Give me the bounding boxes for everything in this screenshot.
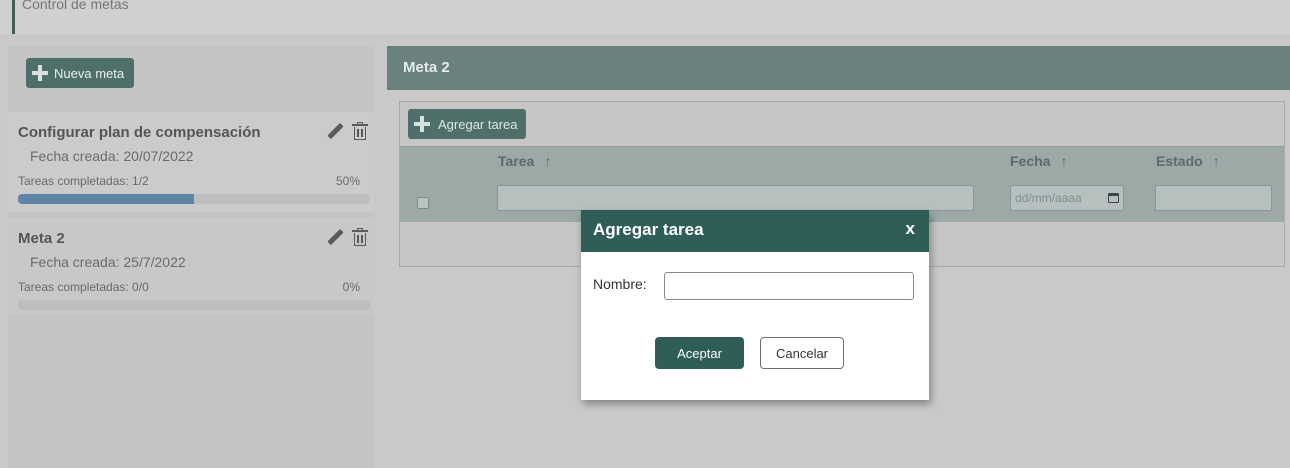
goal-percent: 0% <box>342 280 360 294</box>
select-all-checkbox[interactable] <box>417 197 429 209</box>
goal-detail-header: Meta 2 <box>387 46 1290 90</box>
name-input[interactable] <box>664 272 914 300</box>
goal-progress-bar <box>18 194 370 204</box>
goal-card[interactable]: Meta 2 Fecha creada: 25/7/2022 Tareas co… <box>8 218 374 314</box>
accept-button[interactable]: Aceptar <box>655 337 744 369</box>
name-label: Nombre: <box>593 276 647 292</box>
plus-icon <box>32 65 48 81</box>
top-bar: Control de metas <box>0 0 1290 34</box>
add-task-button[interactable]: Agregar tarea <box>408 109 526 139</box>
status-filter-input[interactable] <box>1155 185 1272 211</box>
goal-progress-bar <box>18 300 370 310</box>
new-goal-button[interactable]: Nueva meta <box>26 58 135 88</box>
calendar-icon[interactable] <box>1108 193 1119 203</box>
goal-card[interactable]: Configurar plan de compensación Fecha cr… <box>8 112 374 212</box>
app-title: Control de metas <box>22 0 129 12</box>
edit-icon[interactable] <box>326 122 344 140</box>
goal-name: Configurar plan de compensación <box>18 124 261 141</box>
cancel-button[interactable]: Cancelar <box>760 337 844 369</box>
goal-created-date: Fecha creada: 20/07/2022 <box>30 148 194 164</box>
task-filter-input[interactable] <box>497 185 974 211</box>
goal-name: Meta 2 <box>18 230 65 247</box>
edit-icon[interactable] <box>326 228 344 246</box>
goal-tasks-completed: Tareas completadas: 1/2 <box>18 174 149 188</box>
title-accent-bar <box>12 0 15 34</box>
new-goal-label: Nueva meta <box>54 65 125 81</box>
column-header-status[interactable]: Estado ↑ <box>1156 153 1220 169</box>
trash-icon[interactable] <box>352 122 368 140</box>
dialog-title: Agregar tarea <box>593 220 704 239</box>
column-header-date[interactable]: Fecha ↑ <box>1010 153 1067 169</box>
trash-icon[interactable] <box>352 228 368 246</box>
plus-icon <box>414 116 430 132</box>
add-task-label: Agregar tarea <box>438 116 518 132</box>
add-task-dialog: Agregar tarea x Nombre: Aceptar Cancelar <box>581 210 929 400</box>
sort-arrow-icon: ↑ <box>1212 153 1220 169</box>
sort-arrow-icon: ↑ <box>544 153 552 169</box>
goal-percent: 50% <box>335 174 360 188</box>
date-filter-input[interactable]: dd/mm/aaaa <box>1010 185 1124 211</box>
goal-detail-title: Meta 2 <box>403 59 450 76</box>
column-header-task[interactable]: Tarea ↑ <box>498 153 551 169</box>
dialog-header: Agregar tarea x <box>581 210 929 252</box>
goal-created-date: Fecha creada: 25/7/2022 <box>30 254 186 270</box>
goal-tasks-completed: Tareas completadas: 0/0 <box>18 280 149 294</box>
sort-arrow-icon: ↑ <box>1060 153 1068 169</box>
close-button[interactable]: x <box>906 219 915 239</box>
